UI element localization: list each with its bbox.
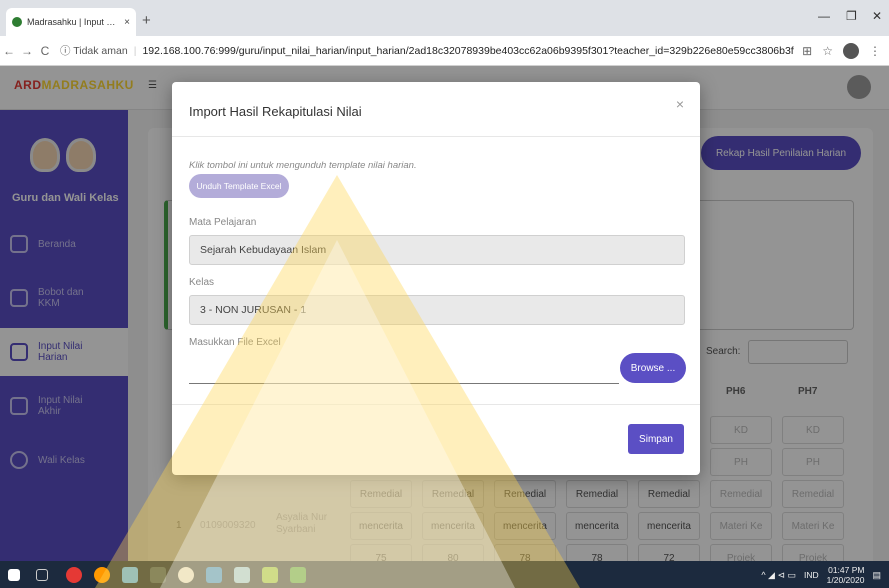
class-field: 3 - NON JURUSAN - 1 (189, 295, 685, 325)
download-template-button[interactable]: Unduh Template Excel (189, 174, 289, 198)
minimize-icon[interactable]: — (818, 9, 830, 23)
file-input[interactable] (189, 354, 619, 384)
clock[interactable]: 01:47 PM 1/20/2020 (827, 565, 865, 585)
tab-close-icon[interactable]: × (124, 17, 130, 28)
save-button[interactable]: Simpan (628, 424, 684, 454)
browser-tab[interactable]: Madrasahku | Input Nilai Harian × (6, 8, 136, 36)
browser-tabstrip: Madrasahku | Input Nilai Harian × + — ❐ … (0, 0, 889, 36)
url-field[interactable]: 192.168.100.76:999/guru/input_nilai_hari… (142, 45, 794, 57)
window-close-icon[interactable]: ✕ (872, 9, 882, 23)
task-view-icon[interactable] (36, 569, 48, 581)
media-icon[interactable] (150, 567, 166, 583)
word-icon[interactable] (206, 567, 222, 583)
language-indicator[interactable]: IND (804, 570, 819, 580)
file-label: Masukkan File Excel (189, 337, 281, 348)
app-icon[interactable] (290, 567, 306, 583)
subject-label: Mata Pelajaran (189, 217, 257, 228)
modal-close-icon[interactable]: × (676, 96, 684, 112)
modal-footer-divider (172, 404, 700, 405)
firefox-icon[interactable] (94, 567, 110, 583)
site-favicon-icon (12, 17, 22, 27)
browse-button[interactable]: Browse ... (620, 353, 686, 383)
app-icon[interactable] (262, 567, 278, 583)
security-indicator[interactable]: ⓘ Tidak aman (60, 43, 128, 58)
back-icon[interactable]: ← (0, 44, 18, 58)
app-icon[interactable] (234, 567, 250, 583)
tab-title: Madrasahku | Input Nilai Harian (27, 17, 120, 27)
notification-icon[interactable]: ▤ (872, 570, 881, 581)
maximize-icon[interactable]: ❐ (846, 9, 857, 23)
forward-icon[interactable]: → (18, 44, 36, 58)
import-modal: Import Hasil Rekapitulasi Nilai × Klik t… (172, 82, 700, 475)
class-label: Kelas (189, 277, 215, 288)
modal-header-divider (172, 136, 700, 137)
tray-icons[interactable]: ^ ◢ ⊲ ▭ (761, 570, 796, 581)
download-hint: Klik tombol ini untuk mengunduh template… (189, 160, 417, 171)
chrome-icon[interactable] (178, 567, 194, 583)
start-icon[interactable] (8, 569, 20, 581)
reload-icon[interactable]: C (36, 44, 54, 58)
translate-icon[interactable]: ⊞ (802, 44, 812, 58)
browser-menu-icon[interactable]: ⋮ (869, 44, 881, 58)
bookmark-star-icon[interactable]: ☆ (822, 44, 833, 58)
opera-icon[interactable] (66, 567, 82, 583)
system-tray: ^ ◢ ⊲ ▭ IND 01:47 PM 1/20/2020 ▤ (761, 565, 881, 585)
windows-taskbar: ^ ◢ ⊲ ▭ IND 01:47 PM 1/20/2020 ▤ (0, 561, 889, 588)
browser-address-bar: ← → C ⓘ Tidak aman | 192.168.100.76:999/… (0, 36, 889, 66)
modal-title: Import Hasil Rekapitulasi Nilai (189, 104, 362, 119)
new-tab-button[interactable]: + (142, 12, 151, 29)
profile-avatar-icon[interactable] (843, 42, 859, 59)
subject-field: Sejarah Kebudayaan Islam (189, 235, 685, 265)
store-icon[interactable] (122, 567, 138, 583)
